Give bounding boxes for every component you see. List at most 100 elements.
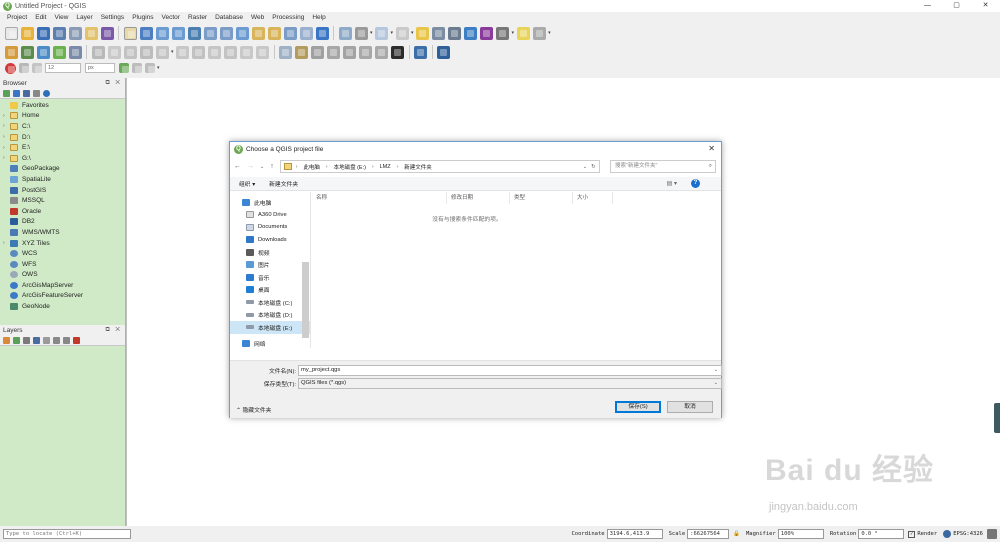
nav-item-documents[interactable]: Documents: [230, 221, 310, 234]
field-calculator-icon[interactable]: [432, 26, 446, 40]
zoom-last-icon[interactable]: [251, 26, 265, 40]
column-type[interactable]: 类型: [510, 192, 573, 204]
menu-processing[interactable]: Processing: [268, 14, 308, 21]
address-box[interactable]: › 此电脑 › 本地磁盘 (E:) › LMZ › 新建文件夹 ⌄ ↻: [279, 160, 600, 173]
lock-icon[interactable]: 🔒: [733, 531, 740, 537]
address-dropdown-icon[interactable]: ⌄: [583, 164, 587, 170]
menu-view[interactable]: View: [50, 14, 72, 21]
browser-item-oracle[interactable]: Oracle: [0, 206, 125, 217]
filter-icon[interactable]: [23, 89, 30, 97]
breadcrumb-new-folder[interactable]: 新建文件夹: [404, 163, 432, 171]
new-folder-button[interactable]: 新建文件夹: [269, 179, 298, 188]
nav-item-network[interactable]: 网络: [230, 338, 310, 351]
nav-scrollbar[interactable]: [302, 262, 309, 338]
browser-item-d[interactable]: › D:\: [0, 132, 125, 143]
layout-manager-icon[interactable]: [84, 26, 98, 40]
panel-float-close-icon[interactable]: ⧉ ✕: [105, 80, 122, 87]
menu-edit[interactable]: Edit: [31, 14, 50, 21]
forward-arrow-icon[interactable]: →: [247, 163, 254, 170]
collapse-all-icon[interactable]: [63, 336, 70, 344]
menu-vector[interactable]: Vector: [158, 14, 184, 21]
up-arrow-icon[interactable]: ↑: [270, 163, 274, 170]
messages-icon[interactable]: [987, 529, 997, 539]
maximize-button[interactable]: ▢: [942, 0, 971, 12]
browser-item-xyz[interactable]: › XYZ Tiles: [0, 238, 125, 249]
crs-label[interactable]: EPSG:4326: [953, 531, 983, 537]
minimize-button[interactable]: —: [913, 0, 942, 12]
new-spatialite-icon[interactable]: [52, 45, 66, 59]
dialog-close-button[interactable]: ✕: [708, 144, 715, 153]
nav-item-pictures[interactable]: 图片: [230, 259, 310, 272]
open-project-icon[interactable]: [20, 26, 34, 40]
browser-item-postgis[interactable]: PostGIS: [0, 185, 125, 196]
label-pin-icon[interactable]: [295, 45, 309, 59]
breadcrumb-this-pc[interactable]: 此电脑: [303, 163, 320, 171]
map-tips-icon[interactable]: [516, 26, 530, 40]
add-feature-icon[interactable]: [139, 45, 153, 59]
search-input[interactable]: 搜索"新建文件夹" ⌕: [610, 160, 716, 173]
print-layout-icon[interactable]: [68, 26, 82, 40]
coordinate-field[interactable]: 3194.6,413.9: [606, 529, 663, 539]
undo-icon[interactable]: [240, 45, 254, 59]
browser-item-e[interactable]: › E:\: [0, 142, 125, 153]
menu-project[interactable]: Project: [3, 14, 31, 21]
style-manager-icon[interactable]: [100, 26, 114, 40]
save-as-icon[interactable]: [52, 26, 66, 40]
sum-icon[interactable]: [480, 26, 494, 40]
identify-icon[interactable]: [338, 26, 352, 40]
browser-item-g[interactable]: › G:\: [0, 153, 125, 164]
pan-to-selection-icon[interactable]: [139, 26, 153, 40]
browser-item-geopackage[interactable]: GeoPackage: [0, 164, 125, 175]
browser-item-wcs[interactable]: WCS: [0, 248, 125, 259]
add-group-icon[interactable]: [13, 336, 20, 344]
cut-icon[interactable]: [192, 45, 206, 59]
column-date[interactable]: 修改日期: [447, 192, 510, 204]
attribute-table-icon[interactable]: [416, 26, 430, 40]
snap-mode-icon[interactable]: [18, 63, 29, 73]
zoom-full-icon[interactable]: [187, 26, 201, 40]
refresh-icon[interactable]: [13, 89, 20, 97]
snap-type-icon[interactable]: [31, 63, 42, 73]
browser-item-arcgis-map[interactable]: ArcGisMapServer: [0, 280, 125, 291]
advanced-digitize-icon[interactable]: [118, 63, 129, 73]
remove-layer-icon[interactable]: [73, 336, 80, 344]
nav-item-drive-d[interactable]: 本地磁盘 (D:): [230, 309, 310, 322]
column-name[interactable]: 名称: [312, 192, 447, 204]
copy-icon[interactable]: [208, 45, 222, 59]
help-book-icon[interactable]: [437, 45, 451, 59]
zoom-out-icon[interactable]: [171, 26, 185, 40]
nav-item-drive-e[interactable]: 本地磁盘 (E:): [230, 321, 310, 334]
refresh-icon[interactable]: [315, 26, 329, 40]
rotation-field[interactable]: 0.0 °: [858, 529, 905, 539]
measure-icon[interactable]: [496, 26, 510, 40]
file-list[interactable]: 名称 修改日期 类型 大小 没有与搜索条件匹配的项。: [312, 192, 721, 348]
plugin-globe-icon[interactable]: [391, 45, 405, 59]
browser-item-wfs[interactable]: WFS: [0, 259, 125, 270]
add-layer-icon[interactable]: [3, 89, 10, 97]
menu-layer[interactable]: Layer: [72, 14, 96, 21]
statistics-icon[interactable]: [448, 26, 462, 40]
trace-icon[interactable]: [144, 63, 155, 73]
browser-item-geonode[interactable]: GeoNode: [0, 301, 125, 312]
browser-item-db2[interactable]: DB2: [0, 217, 125, 228]
browser-item-mssql[interactable]: MSSQL: [0, 195, 125, 206]
tolerance-input[interactable]: 12: [45, 63, 81, 73]
browser-item-favorites[interactable]: Favorites: [0, 100, 125, 111]
zoom-layer-icon[interactable]: [219, 26, 233, 40]
hide-folders-toggle[interactable]: ⌃ 隐藏文件夹: [236, 405, 271, 414]
deselect-icon[interactable]: [395, 26, 409, 40]
nav-item-desktop[interactable]: 桌面: [230, 284, 310, 297]
label-rotate-icon[interactable]: [343, 45, 357, 59]
menu-plugins[interactable]: Plugins: [128, 14, 157, 21]
select-features-icon[interactable]: [375, 26, 389, 40]
nav-item-music[interactable]: 音乐: [230, 271, 310, 284]
label-move-icon[interactable]: [327, 45, 341, 59]
python-console-icon[interactable]: [414, 45, 428, 59]
actions-icon[interactable]: [354, 26, 368, 40]
new-virtual-layer-icon[interactable]: [68, 45, 82, 59]
filetype-select[interactable]: QGIS files (*.qgs) ⌄: [298, 378, 722, 389]
save-project-icon[interactable]: [36, 26, 50, 40]
scale-field[interactable]: :66267564: [687, 529, 730, 539]
zoom-selection-icon[interactable]: [203, 26, 217, 40]
save-edits-icon[interactable]: [123, 45, 137, 59]
